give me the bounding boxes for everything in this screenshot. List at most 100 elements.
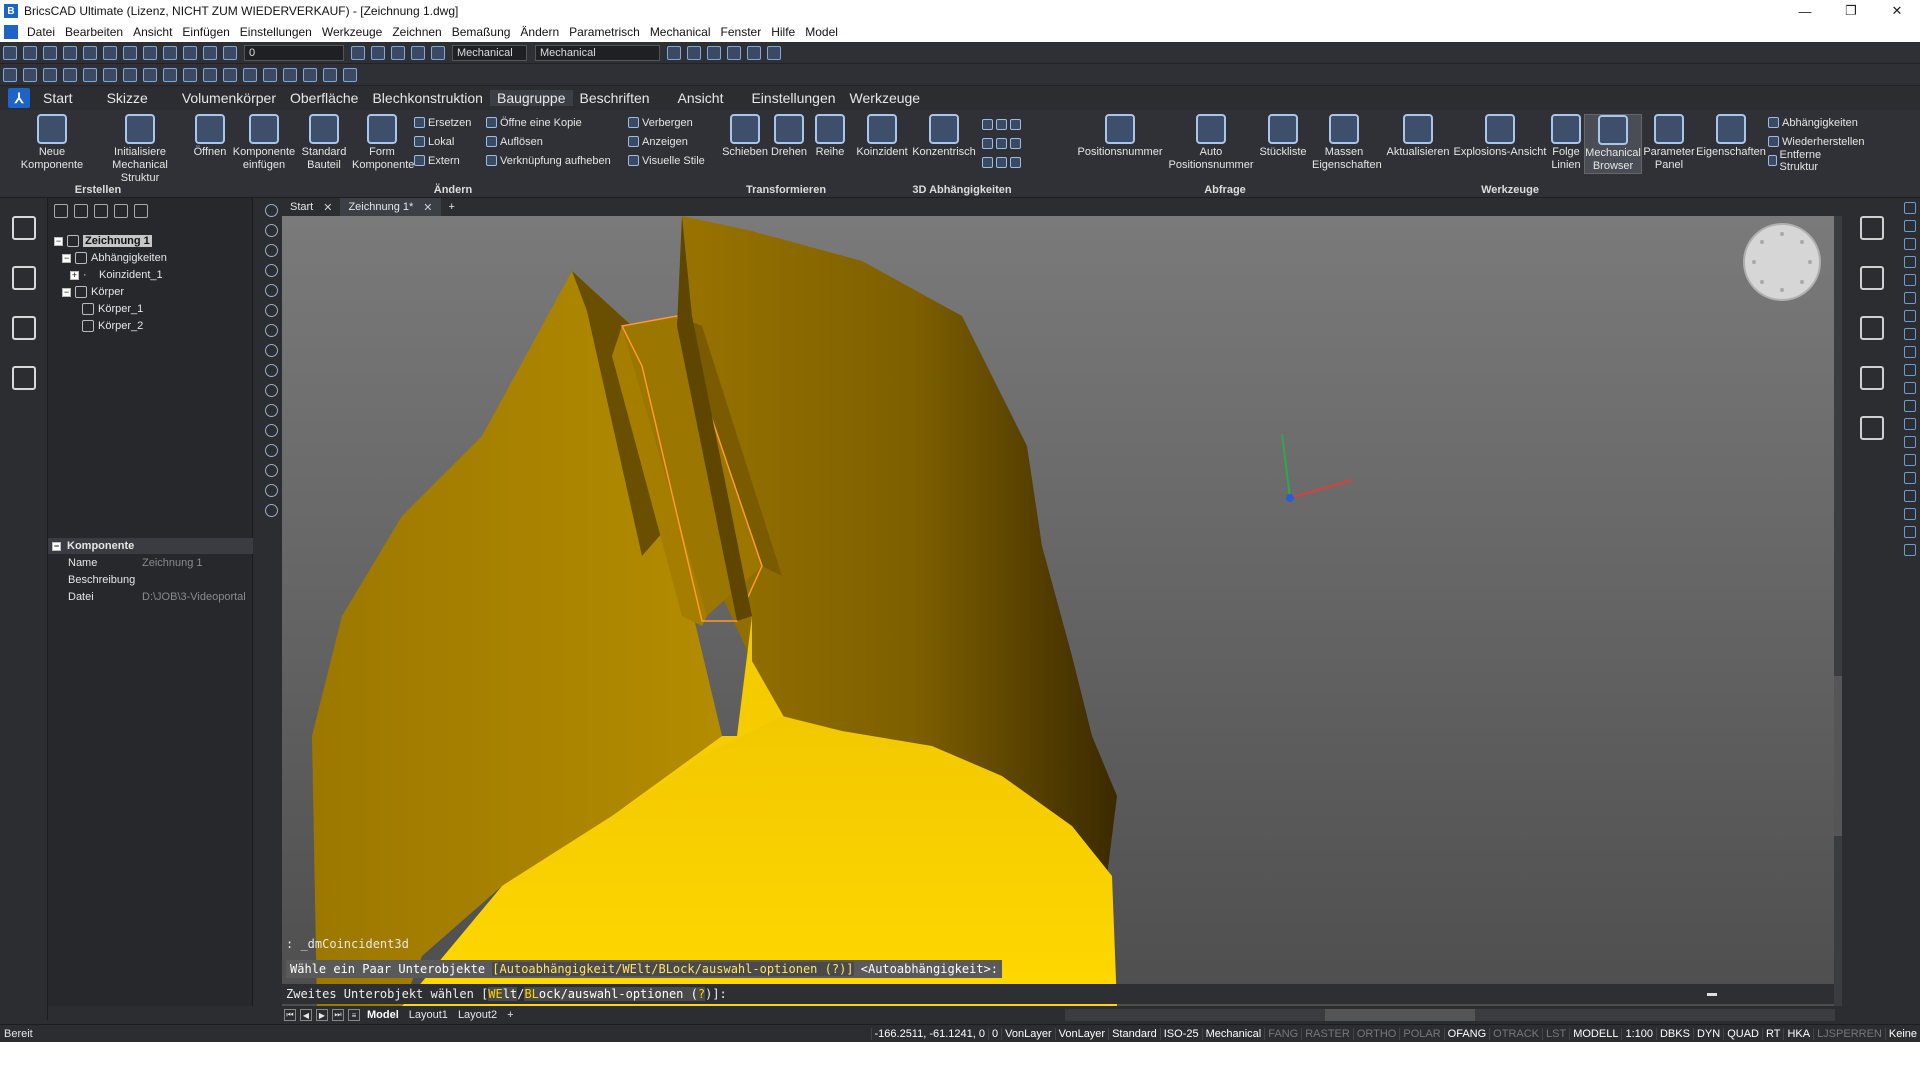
wiederherstellen-button[interactable]: Wiederherstellen <box>1768 133 1865 150</box>
chamfer-icon[interactable] <box>323 67 337 82</box>
new-icon[interactable] <box>3 45 17 60</box>
tree-tool-2-icon[interactable] <box>74 204 88 218</box>
tab-skizze[interactable]: Skizze <box>100 90 155 106</box>
redo-icon[interactable] <box>163 45 177 60</box>
explode-tool-icon[interactable] <box>1904 436 1916 448</box>
paste-icon[interactable] <box>103 45 117 60</box>
stueckliste-button[interactable]: Stückliste <box>1254 114 1312 159</box>
sphere-icon[interactable] <box>123 67 137 82</box>
ellipse-icon[interactable] <box>264 284 278 297</box>
region-icon[interactable] <box>264 384 278 397</box>
rectangle-icon[interactable] <box>264 244 278 257</box>
status-toggle-rt[interactable]: RT <box>1761 1027 1783 1040</box>
torus-icon[interactable] <box>183 67 197 82</box>
tab-baugruppe[interactable]: Baugruppe <box>489 90 573 106</box>
kopie-button[interactable]: Öffne eine Kopie <box>486 114 582 131</box>
tab-start[interactable]: Start <box>36 90 80 106</box>
tangent-button[interactable] <box>982 135 1024 152</box>
tree-node-koinzident[interactable]: + · Koinzident_1 <box>70 267 163 283</box>
last-layout-icon[interactable]: ⏭ <box>332 1009 344 1021</box>
grid-icon[interactable] <box>707 45 721 60</box>
copy-tool-icon[interactable] <box>1904 220 1916 232</box>
cylinder-icon[interactable] <box>103 67 117 82</box>
arc-icon[interactable] <box>264 224 278 237</box>
tab-ansicht[interactable]: Ansicht <box>671 90 731 106</box>
menu-ansicht[interactable]: Ansicht <box>128 25 177 39</box>
status-item[interactable]: 0 <box>988 1027 1001 1040</box>
subtract-icon[interactable] <box>263 67 277 82</box>
menu-zeichnen[interactable]: Zeichnen <box>387 25 446 39</box>
tree-tool-1-icon[interactable] <box>54 204 68 218</box>
verknuepfung-button[interactable]: Verknüpfung aufheben <box>486 152 611 169</box>
rect-icon[interactable] <box>767 45 781 60</box>
option-block-rest[interactable]: ock <box>538 987 561 1001</box>
print-icon[interactable] <box>63 45 77 60</box>
menu-einfuegen[interactable]: Einfügen <box>177 25 234 39</box>
eigenschaften-button[interactable]: Eigenschaften <box>1696 114 1766 159</box>
hatch-icon[interactable] <box>264 364 278 377</box>
status-scale[interactable]: 1:100 <box>1621 1027 1656 1040</box>
cube-icon[interactable] <box>411 45 425 60</box>
doc-tab-start[interactable]: Start ✕ <box>282 198 340 216</box>
rotate-tool-icon[interactable] <box>1904 238 1916 250</box>
tree-node-koerper[interactable]: − Körper <box>62 284 124 300</box>
entferne-struktur-button[interactable]: Entferne Struktur <box>1768 149 1840 173</box>
prev-layout-icon[interactable]: ◀ <box>300 1009 312 1021</box>
status-item-keine[interactable]: Keine <box>1884 1027 1920 1040</box>
command-toggle-icon[interactable] <box>1707 992 1717 996</box>
app-menu-icon[interactable] <box>4 25 18 39</box>
tab-beschriften[interactable]: Beschriften <box>573 90 657 106</box>
extrude-icon[interactable] <box>203 67 217 82</box>
snap-icon[interactable] <box>687 45 701 60</box>
tab-einstellungen[interactable]: Einstellungen <box>744 90 842 106</box>
layout-tab-model[interactable]: Model <box>362 1009 404 1021</box>
status-item[interactable]: ISO-25 <box>1159 1027 1202 1040</box>
view-iso-icon[interactable] <box>63 67 77 82</box>
abhaengigkeiten-tool-button[interactable]: Abhängigkeiten <box>1768 114 1858 131</box>
tree-tool-5-icon[interactable] <box>134 204 148 218</box>
aufloesen-button[interactable]: Auflösen <box>486 133 543 150</box>
visuelle-stile-button[interactable]: Visuelle Stile <box>628 152 705 169</box>
komponente-einfuegen-button[interactable]: Komponente einfügen <box>232 114 296 172</box>
layout-list-icon[interactable]: ≡ <box>348 1009 360 1021</box>
table-draw-icon[interactable] <box>264 464 278 477</box>
tree-node-root[interactable]: − Zeichnung 1 <box>54 233 152 249</box>
menu-mechanical[interactable]: Mechanical <box>645 25 716 39</box>
horizontal-scrollbar[interactable] <box>1065 1009 1835 1021</box>
extern-button[interactable]: Extern <box>414 152 460 169</box>
match-icon[interactable] <box>371 45 385 60</box>
view-front-icon[interactable] <box>23 67 37 82</box>
command-input[interactable]: Zweites Unterobjekt wählen [WE lt / BL ock/a… <box>282 984 1837 1004</box>
view-top-icon[interactable] <box>3 67 17 82</box>
revcloud-icon[interactable] <box>264 424 278 437</box>
lengthen-tool-icon[interactable] <box>1904 472 1916 484</box>
menu-parametrisch[interactable]: Parametrisch <box>564 25 645 39</box>
help-icon[interactable] <box>667 45 681 60</box>
tab-werkzeuge[interactable]: Werkzeuge <box>843 90 928 106</box>
aktualisieren-button[interactable]: Aktualisieren <box>1384 114 1452 159</box>
option-welt-rest[interactable]: lt <box>502 987 518 1001</box>
form-komponente-button[interactable]: Form Komponente <box>352 114 414 172</box>
polyline-icon[interactable] <box>264 304 278 317</box>
divide-tool-icon[interactable] <box>1904 508 1916 520</box>
anzeigen-button[interactable]: Anzeigen <box>628 133 688 150</box>
menu-einstellungen[interactable]: Einstellungen <box>235 25 317 39</box>
tab-oberflaeche[interactable]: Oberfläche <box>283 90 365 106</box>
prop-value[interactable]: Zeichnung 1 <box>142 557 250 569</box>
tree-node-abhaengigkeiten[interactable]: − Abhängigkeiten <box>62 250 167 266</box>
status-item[interactable]: Standard <box>1108 1027 1160 1040</box>
break-tool-icon[interactable] <box>1904 364 1916 376</box>
grid-panel-icon[interactable] <box>1860 366 1884 390</box>
tree-tool-4-icon[interactable] <box>114 204 128 218</box>
layout-tab-layout1[interactable]: Layout1 <box>404 1009 453 1021</box>
workspace-select-1[interactable]: Mechanical <box>452 44 527 61</box>
drehen-button[interactable]: Drehen <box>768 114 810 159</box>
layout-add-button[interactable]: + <box>502 1009 518 1021</box>
tree-node-koerper-1[interactable]: Körper_1 <box>82 301 143 317</box>
revolve-icon[interactable] <box>223 67 237 82</box>
point-icon[interactable] <box>264 344 278 357</box>
command-prompt-options[interactable]: [Autoabhängigkeit/WElt/BLock/auswahl-opt… <box>492 962 854 976</box>
settings-sliders-icon[interactable] <box>1860 216 1884 240</box>
tab-blechkonstruktion[interactable]: Blechkonstruktion <box>365 90 490 106</box>
status-toggle-ofang[interactable]: OFANG <box>1443 1027 1490 1040</box>
